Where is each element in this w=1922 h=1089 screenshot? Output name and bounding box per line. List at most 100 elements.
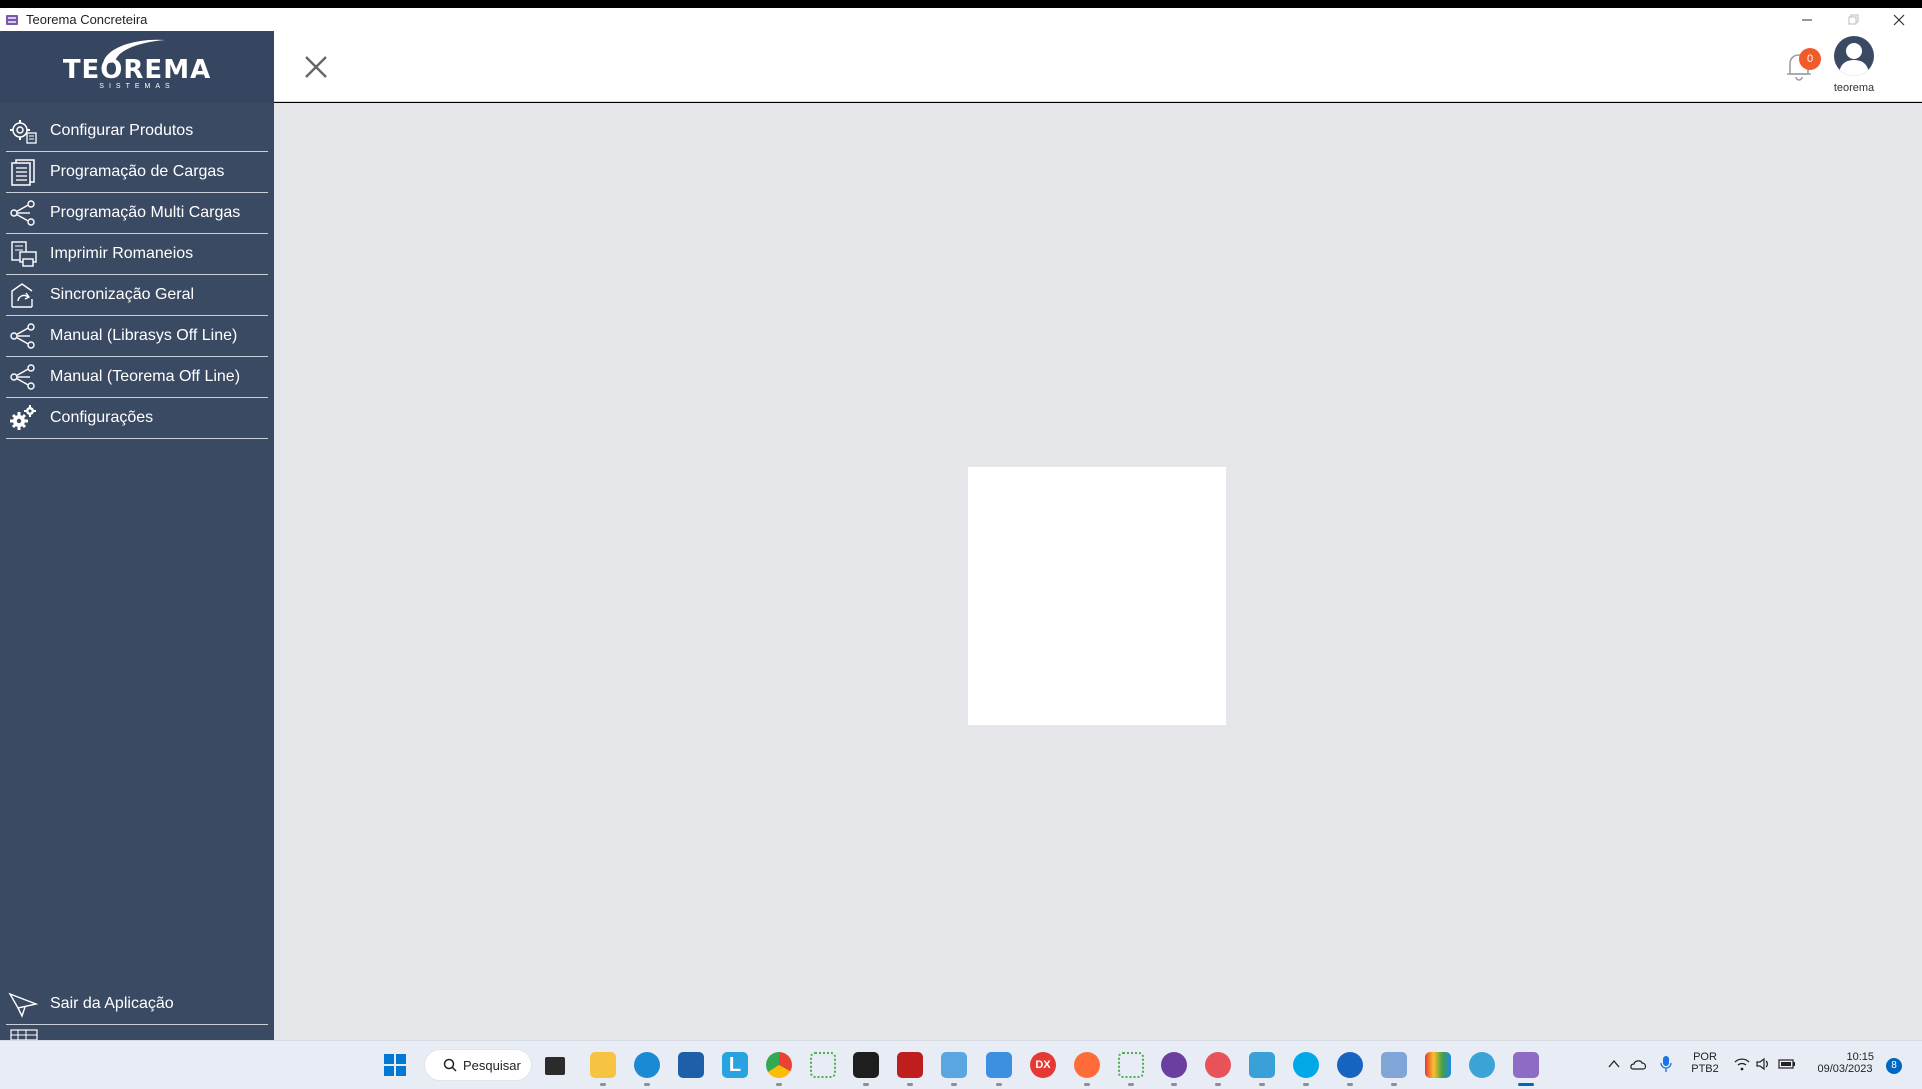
sidebar-item-configurar-produtos[interactable]: Configurar Produtos	[6, 111, 268, 152]
microphone-icon[interactable]	[1660, 1055, 1672, 1073]
search-label: Pesquisar	[463, 1057, 521, 1073]
onedrive-icon[interactable]	[1630, 1057, 1648, 1071]
wifi-icon[interactable]	[1734, 1057, 1750, 1071]
sidebar-item-label: Manual (Librasys Off Line)	[50, 327, 238, 344]
notepad-icon[interactable]	[986, 1052, 1012, 1078]
close-icon	[1893, 14, 1905, 25]
chat-icon[interactable]	[1205, 1052, 1231, 1078]
main-content	[274, 103, 1922, 1040]
battery-icon[interactable]	[1778, 1058, 1796, 1070]
running-indicator	[1128, 1083, 1134, 1086]
close-window-button[interactable]	[1876, 8, 1922, 31]
language-line2: PTB2	[1691, 1063, 1719, 1075]
clock[interactable]: 10:15 09/03/2023	[1810, 1051, 1880, 1075]
chrome-icon[interactable]	[766, 1052, 792, 1078]
filezilla-icon[interactable]	[897, 1052, 923, 1078]
window-app-icon[interactable]	[1381, 1052, 1407, 1078]
colorful-app-icon[interactable]	[1425, 1052, 1451, 1078]
skype-icon[interactable]	[1293, 1052, 1319, 1078]
sidebar-menu: Configurar Produtos Programação de Carga…	[0, 111, 274, 439]
clock-time: 10:15	[1846, 1051, 1874, 1063]
user-icon	[1839, 43, 1869, 76]
minimize-icon	[1802, 19, 1812, 20]
sidebar-item-programacao-cargas[interactable]: Programação de Cargas	[6, 152, 268, 193]
running-indicator	[600, 1083, 606, 1086]
globe-app-icon[interactable]	[1469, 1052, 1495, 1078]
dx-app-icon[interactable]: DX	[1030, 1052, 1056, 1078]
app-green-icon[interactable]	[810, 1052, 836, 1078]
running-indicator	[1391, 1083, 1397, 1086]
restore-icon	[1848, 14, 1859, 24]
running-indicator	[1303, 1083, 1309, 1086]
sidebar-item-label: Configurações	[50, 409, 154, 426]
remote-desktop-icon[interactable]	[941, 1052, 967, 1078]
l-app-icon[interactable]: L	[722, 1052, 748, 1078]
sidebar-item-programacao-multi-cargas[interactable]: Programação Multi Cargas	[6, 193, 268, 234]
share-icon	[6, 362, 40, 392]
logo-sub-text: SISTEMAS	[99, 82, 175, 90]
running-indicator	[907, 1083, 913, 1086]
running-indicator	[1084, 1083, 1090, 1086]
chevron-up-icon[interactable]	[1608, 1059, 1620, 1069]
running-indicator	[996, 1083, 1002, 1086]
avatar[interactable]	[1834, 36, 1874, 76]
notification-badge: 0	[1799, 48, 1821, 70]
windows-start-icon[interactable]	[383, 1053, 407, 1077]
gear-settings-icon	[6, 116, 40, 146]
share-icon	[6, 198, 40, 228]
restore-button[interactable]	[1830, 8, 1876, 31]
postman-icon[interactable]	[1074, 1052, 1100, 1078]
globe-icon[interactable]	[1161, 1052, 1187, 1078]
running-indicator	[644, 1083, 650, 1086]
running-indicator	[776, 1083, 782, 1086]
minimize-button[interactable]	[1784, 8, 1830, 31]
username-label: teorema	[1833, 82, 1875, 94]
terminal-icon[interactable]	[853, 1052, 879, 1078]
running-indicator	[1215, 1083, 1221, 1086]
close-icon[interactable]	[302, 53, 330, 81]
sidebar-item-label: Sincronização Geral	[50, 286, 195, 303]
sidebar-item-manual-teorema[interactable]: Manual (Teorema Off Line)	[6, 357, 268, 398]
sidebar-item-label: Configurar Produtos	[50, 122, 194, 139]
clock-date: 09/03/2023	[1817, 1063, 1873, 1075]
document-list-icon	[6, 157, 40, 187]
sidebar-item-label: Programação de Cargas	[50, 163, 225, 180]
volume-icon[interactable]	[1756, 1057, 1772, 1071]
file-explorer-icon[interactable]	[590, 1052, 616, 1078]
logo-swoosh-icon	[103, 39, 165, 64]
window-title: Teorema Concreteira	[26, 12, 148, 27]
taskbar-search[interactable]: Pesquisar	[424, 1049, 532, 1081]
sync-icon	[6, 280, 40, 310]
notification-center-badge[interactable]: 8	[1886, 1058, 1902, 1074]
app-header: 0 teorema	[274, 31, 1922, 102]
sidebar-item-sincronizacao-geral[interactable]: Sincronização Geral	[6, 275, 268, 316]
task-view-icon[interactable]	[545, 1057, 565, 1075]
teorema-app-icon[interactable]	[1513, 1052, 1539, 1078]
running-indicator	[1347, 1083, 1353, 1086]
edge-icon[interactable]	[634, 1052, 660, 1078]
logout-label: Sair da Aplicação	[50, 995, 174, 1012]
sidebar-item-label: Imprimir Romaneios	[50, 245, 194, 262]
logout-button[interactable]: Sair da Aplicação	[6, 984, 268, 1025]
sidebar-item-label: Programação Multi Cargas	[50, 204, 241, 221]
loading-panel	[968, 467, 1226, 725]
teorema-logo: TEOREMA SISTEMAS	[0, 31, 274, 103]
app-green2-icon[interactable]	[1118, 1052, 1144, 1078]
maps-icon[interactable]	[1337, 1052, 1363, 1078]
printer-icon	[6, 239, 40, 269]
gears-icon	[6, 403, 40, 433]
store-icon[interactable]	[678, 1052, 704, 1078]
snipping-tool-icon[interactable]	[1249, 1052, 1275, 1078]
sidebar-item-label: Manual (Teorema Off Line)	[50, 368, 241, 385]
share-icon	[6, 321, 40, 351]
sidebar-item-imprimir-romaneios[interactable]: Imprimir Romaneios	[6, 234, 268, 275]
language-indicator[interactable]: POR PTB2	[1690, 1051, 1720, 1075]
sidebar-item-configuracoes[interactable]: Configurações	[6, 398, 268, 439]
desktop-screen: Teorema Concreteira TEOREMA SISTEMAS Con…	[0, 0, 1922, 1089]
active-indicator	[1518, 1083, 1534, 1086]
window-titlebar: Teorema Concreteira	[0, 8, 1922, 31]
paper-plane-icon	[6, 989, 40, 1019]
sidebar-item-manual-librasys[interactable]: Manual (Librasys Off Line)	[6, 316, 268, 357]
app-icon	[6, 14, 18, 25]
language-line1: POR	[1693, 1051, 1717, 1063]
